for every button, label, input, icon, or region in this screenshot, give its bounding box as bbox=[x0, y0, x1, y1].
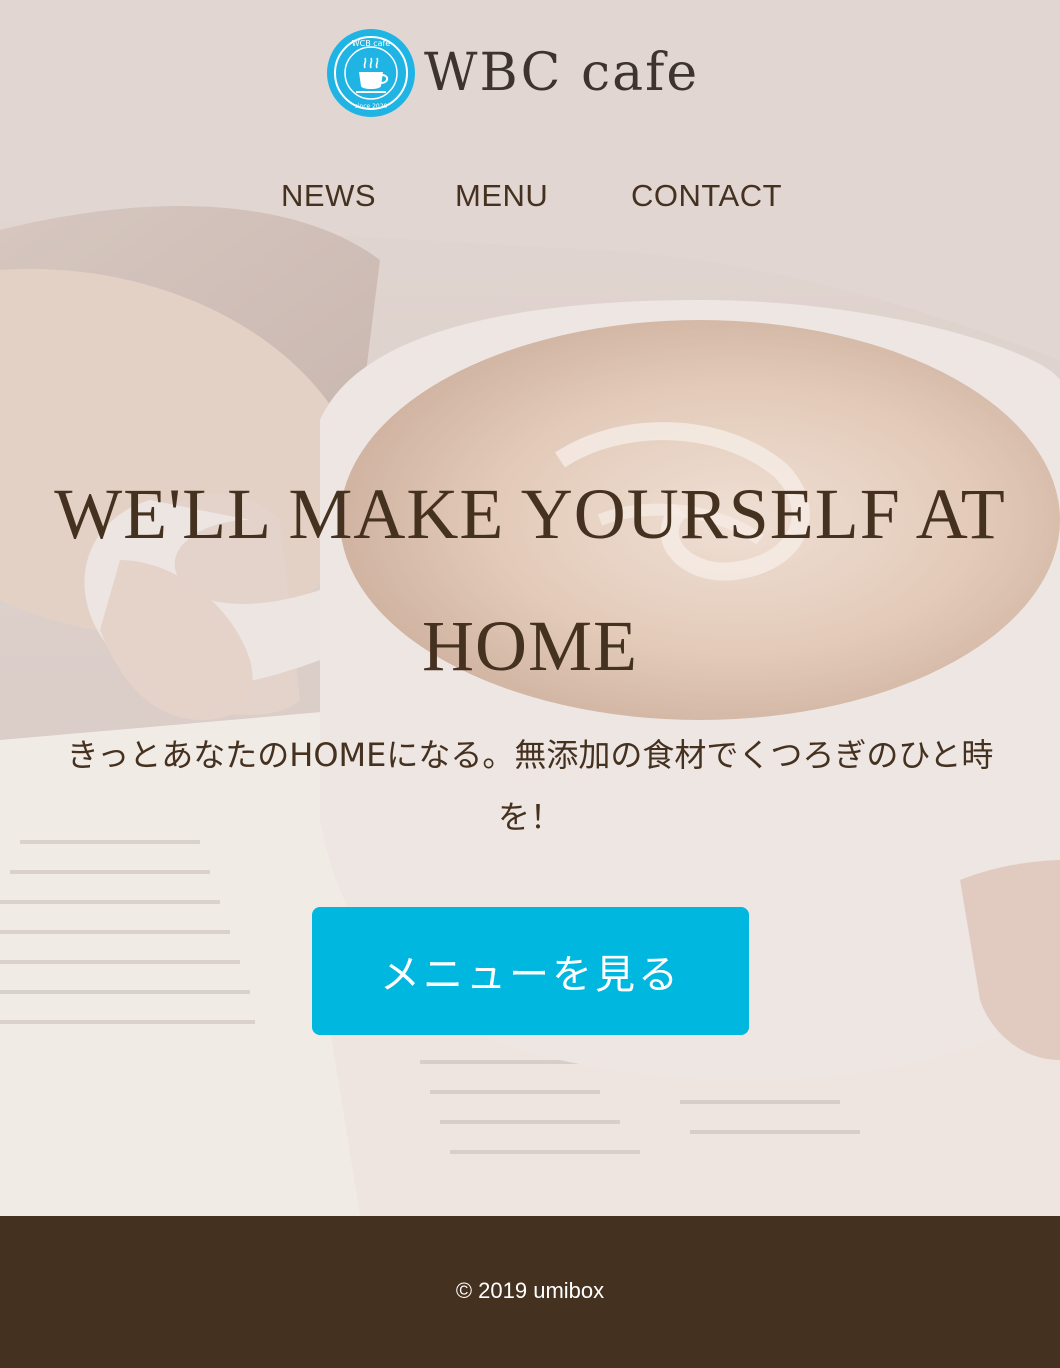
main-nav: NEWS MENU CONTACT bbox=[0, 174, 1060, 218]
view-menu-button[interactable]: メニューを見る bbox=[312, 907, 749, 1035]
nav-item-menu[interactable]: MENU bbox=[455, 174, 548, 218]
footer: © 2019 umibox bbox=[0, 1216, 1060, 1368]
hero-headline: WE'LL MAKE YOURSELF AT HOME bbox=[54, 474, 1006, 686]
coffee-cup-icon: WCB cafe since 2020 bbox=[327, 29, 415, 117]
nav-item-news[interactable]: NEWS bbox=[281, 174, 376, 218]
badge-bottom-text: since 2020 bbox=[355, 103, 388, 110]
brand-name: WBC cafe bbox=[424, 43, 700, 103]
brand-logo[interactable]: WCB cafe since 2020 WBC cafe bbox=[326, 28, 699, 118]
badge-top-text: WCB cafe bbox=[352, 39, 391, 48]
hero-subtext: きっとあなたのHOMEになる。無添加の食材でくつろぎのひと時を！ bbox=[66, 736, 994, 836]
nav-item-contact[interactable]: CONTACT bbox=[631, 174, 782, 218]
hero-section: WCB cafe since 2020 WBC cafe NEWS MENU C… bbox=[0, 0, 1060, 1216]
copyright-text: © 2019 umibox bbox=[455, 1278, 605, 1303]
